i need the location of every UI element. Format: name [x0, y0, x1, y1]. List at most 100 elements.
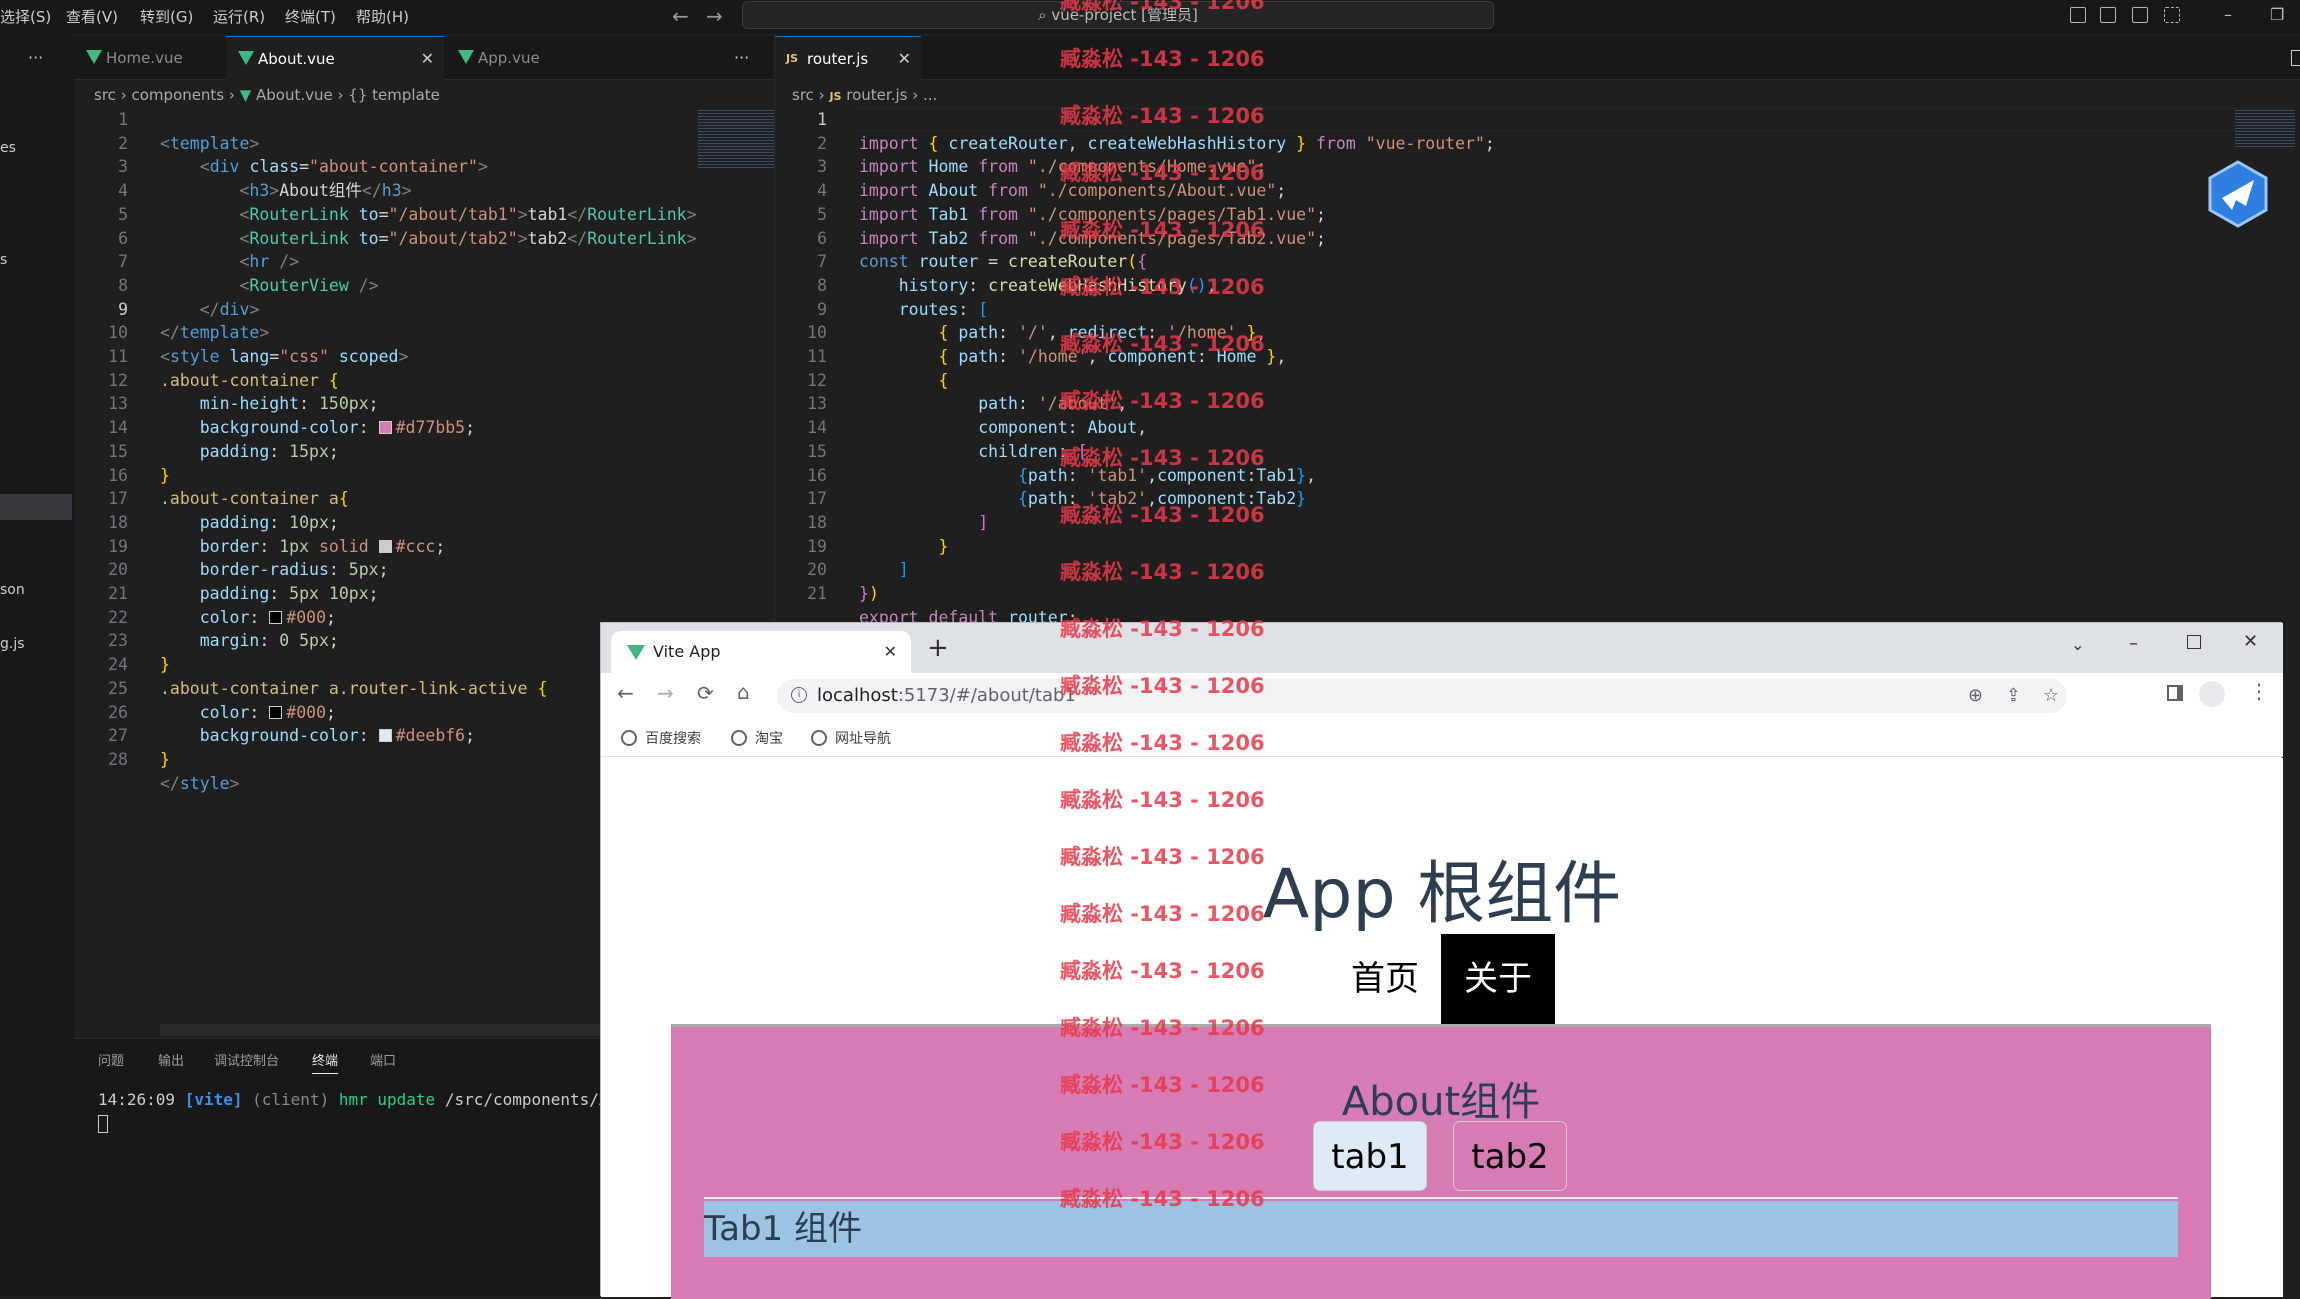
- url-host: localhost: [817, 685, 898, 706]
- tab-home-vue[interactable]: Home.vue: [74, 36, 224, 80]
- zoom-icon[interactable]: ⊕: [1968, 679, 1983, 713]
- color-swatch[interactable]: [378, 421, 392, 435]
- watermark-text: 臧淼松 -143 - 1206: [1060, 845, 1265, 869]
- vue-icon: [86, 50, 102, 64]
- back-arrow-icon[interactable]: ←: [672, 4, 689, 28]
- watermark-text: 臧淼松 -143 - 1206: [1060, 161, 1265, 185]
- menu-help[interactable]: 帮助(H): [356, 6, 409, 28]
- customize-layout-icon[interactable]: [2164, 7, 2180, 23]
- url-input[interactable]: i localhost:5173/#/about/tab1 ⊕ ⇪ ☆: [777, 679, 2067, 713]
- tab-ports[interactable]: 端口: [370, 1050, 396, 1069]
- bookmark-label: 淘宝: [755, 731, 783, 747]
- breadcrumb-item[interactable]: router.js: [846, 86, 907, 104]
- menu-run[interactable]: 运行(R): [213, 6, 265, 28]
- restore-icon[interactable]: ❐: [2270, 2, 2284, 28]
- explorer-item[interactable]: g.js: [0, 636, 25, 652]
- tab-output[interactable]: 输出: [158, 1050, 184, 1069]
- tab-debug-console[interactable]: 调试控制台: [214, 1050, 279, 1069]
- tab1-link[interactable]: tab1: [1313, 1121, 1427, 1191]
- tab-app-vue[interactable]: App.vue: [446, 36, 596, 80]
- browser-tab-strip: Vite App ✕ + ⌄ – ✕: [601, 623, 2283, 673]
- line-numbers: 1 2 3 4 5 6 7 8 9 10 11 12 13 14 15 16 17 18 19 20 21: [775, 108, 827, 606]
- about-container: About组件 tab1 tab2 Tab1 组件: [671, 1027, 2211, 1299]
- color-swatch[interactable]: [378, 539, 392, 553]
- bird-app-icon[interactable]: [2206, 160, 2270, 228]
- url-path: :5173/#/about/tab1: [897, 685, 1076, 706]
- toggle-secondary-sidebar-icon[interactable]: [2132, 7, 2148, 23]
- line-number: 22: [108, 607, 128, 627]
- toggle-sidebar-icon[interactable]: [2070, 7, 2086, 23]
- bookmark-nav[interactable]: 网址导航: [811, 728, 891, 748]
- tab-about-vue[interactable]: About.vue ✕: [226, 36, 444, 80]
- forward-arrow-icon[interactable]: →: [706, 4, 723, 28]
- close-icon[interactable]: ✕: [884, 631, 897, 673]
- explorer-selected-item[interactable]: [0, 494, 72, 520]
- color-swatch[interactable]: [378, 729, 392, 743]
- nav-home-link[interactable]: 首页: [1339, 934, 1431, 1024]
- color-swatch[interactable]: [269, 610, 283, 624]
- minimap[interactable]: [2235, 108, 2295, 148]
- bookmark-taobao[interactable]: 淘宝: [731, 728, 783, 748]
- minimize-icon[interactable]: –: [2129, 633, 2138, 654]
- color-swatch[interactable]: [269, 705, 283, 719]
- breadcrumb-item[interactable]: {} template: [348, 86, 440, 104]
- split-editor-icon[interactable]: [2291, 50, 2300, 66]
- chevron-down-icon[interactable]: ⌄: [2071, 635, 2084, 654]
- explorer-peek: ··· es s son g.js: [0, 34, 74, 1296]
- more-actions-icon[interactable]: ···: [28, 48, 43, 67]
- share-icon[interactable]: ⇪: [2006, 679, 2021, 713]
- back-icon[interactable]: ←: [617, 681, 634, 705]
- forward-icon[interactable]: →: [657, 681, 674, 705]
- tab-label: App.vue: [478, 49, 540, 67]
- reload-icon[interactable]: ⟳: [697, 681, 714, 705]
- browser-tab[interactable]: Vite App ✕: [611, 631, 911, 673]
- more-actions-icon[interactable]: ···: [734, 36, 749, 80]
- breadcrumb-item[interactable]: About.vue: [256, 86, 333, 104]
- profile-avatar-icon[interactable]: [2199, 681, 2225, 707]
- menu-terminal[interactable]: 终端(T): [285, 6, 336, 28]
- menu-go[interactable]: 转到(G): [140, 6, 193, 28]
- menu-selection[interactable]: 选择(S): [0, 6, 51, 28]
- close-window-icon[interactable]: ✕: [2243, 631, 2258, 652]
- close-icon[interactable]: ✕: [898, 37, 911, 81]
- explorer-item[interactable]: son: [0, 582, 25, 598]
- line-number: 21: [108, 584, 128, 604]
- terminal-output[interactable]: 14:26:09 [vite] (client) hmr update /src…: [98, 1090, 637, 1133]
- watermark-text: 臧淼松 -143 - 1206: [1060, 104, 1265, 128]
- side-panel-icon[interactable]: [2167, 685, 2183, 701]
- minimap[interactable]: [698, 108, 774, 168]
- page-content: App 根组件 首页 关于 About组件 tab1 tab2 Tab1 组件: [601, 758, 2283, 1299]
- explorer-item[interactable]: s: [0, 252, 7, 268]
- breadcrumb-item[interactable]: ...: [923, 86, 937, 104]
- explorer-item[interactable]: es: [0, 140, 16, 156]
- right-editor[interactable]: 1 2 3 4 5 6 7 8 9 10 11 12 13 14 15 16 17 18 19 20 21 import…: [775, 108, 2300, 627]
- breadcrumb-item[interactable]: src: [94, 86, 116, 104]
- browser-window: Vite App ✕ + ⌄ – ✕ ← → ⟳ ⌂ i localhost:5…: [600, 622, 2283, 1299]
- js-icon: JS: [786, 52, 799, 65]
- nav-about-link[interactable]: 关于: [1441, 934, 1555, 1024]
- log-client: (client): [252, 1090, 330, 1109]
- tab-terminal[interactable]: 终端: [312, 1050, 339, 1074]
- menu-view[interactable]: 查看(V): [66, 6, 118, 28]
- bookmark-star-icon[interactable]: ☆: [2043, 679, 2059, 713]
- horizontal-scrollbar[interactable]: [160, 1024, 670, 1036]
- breadcrumb-item[interactable]: src: [792, 86, 814, 104]
- tab2-link[interactable]: tab2: [1453, 1121, 1567, 1191]
- line-number: 18: [807, 512, 827, 532]
- tab-problems[interactable]: 问题: [98, 1050, 124, 1069]
- home-icon[interactable]: ⌂: [737, 680, 750, 704]
- toggle-panel-icon[interactable]: [2100, 7, 2116, 23]
- log-tag: [vite]: [184, 1090, 243, 1109]
- tab-router-js[interactable]: JS router.js ✕: [775, 36, 921, 80]
- close-icon[interactable]: ✕: [421, 37, 434, 81]
- menu-kebab-icon[interactable]: ⋮: [2249, 679, 2269, 703]
- line-number: 17: [807, 489, 827, 509]
- info-icon[interactable]: i: [791, 687, 807, 703]
- minimize-icon[interactable]: –: [2224, 2, 2232, 28]
- new-tab-icon[interactable]: +: [927, 631, 949, 665]
- page-title: App 根组件: [1262, 855, 1622, 934]
- breadcrumb-item[interactable]: components: [131, 86, 224, 104]
- maximize-icon[interactable]: [2187, 635, 2201, 649]
- bookmark-baidu[interactable]: 百度搜索: [621, 728, 701, 748]
- bookmarks-bar: 百度搜索 淘宝 网址导航: [601, 719, 2283, 757]
